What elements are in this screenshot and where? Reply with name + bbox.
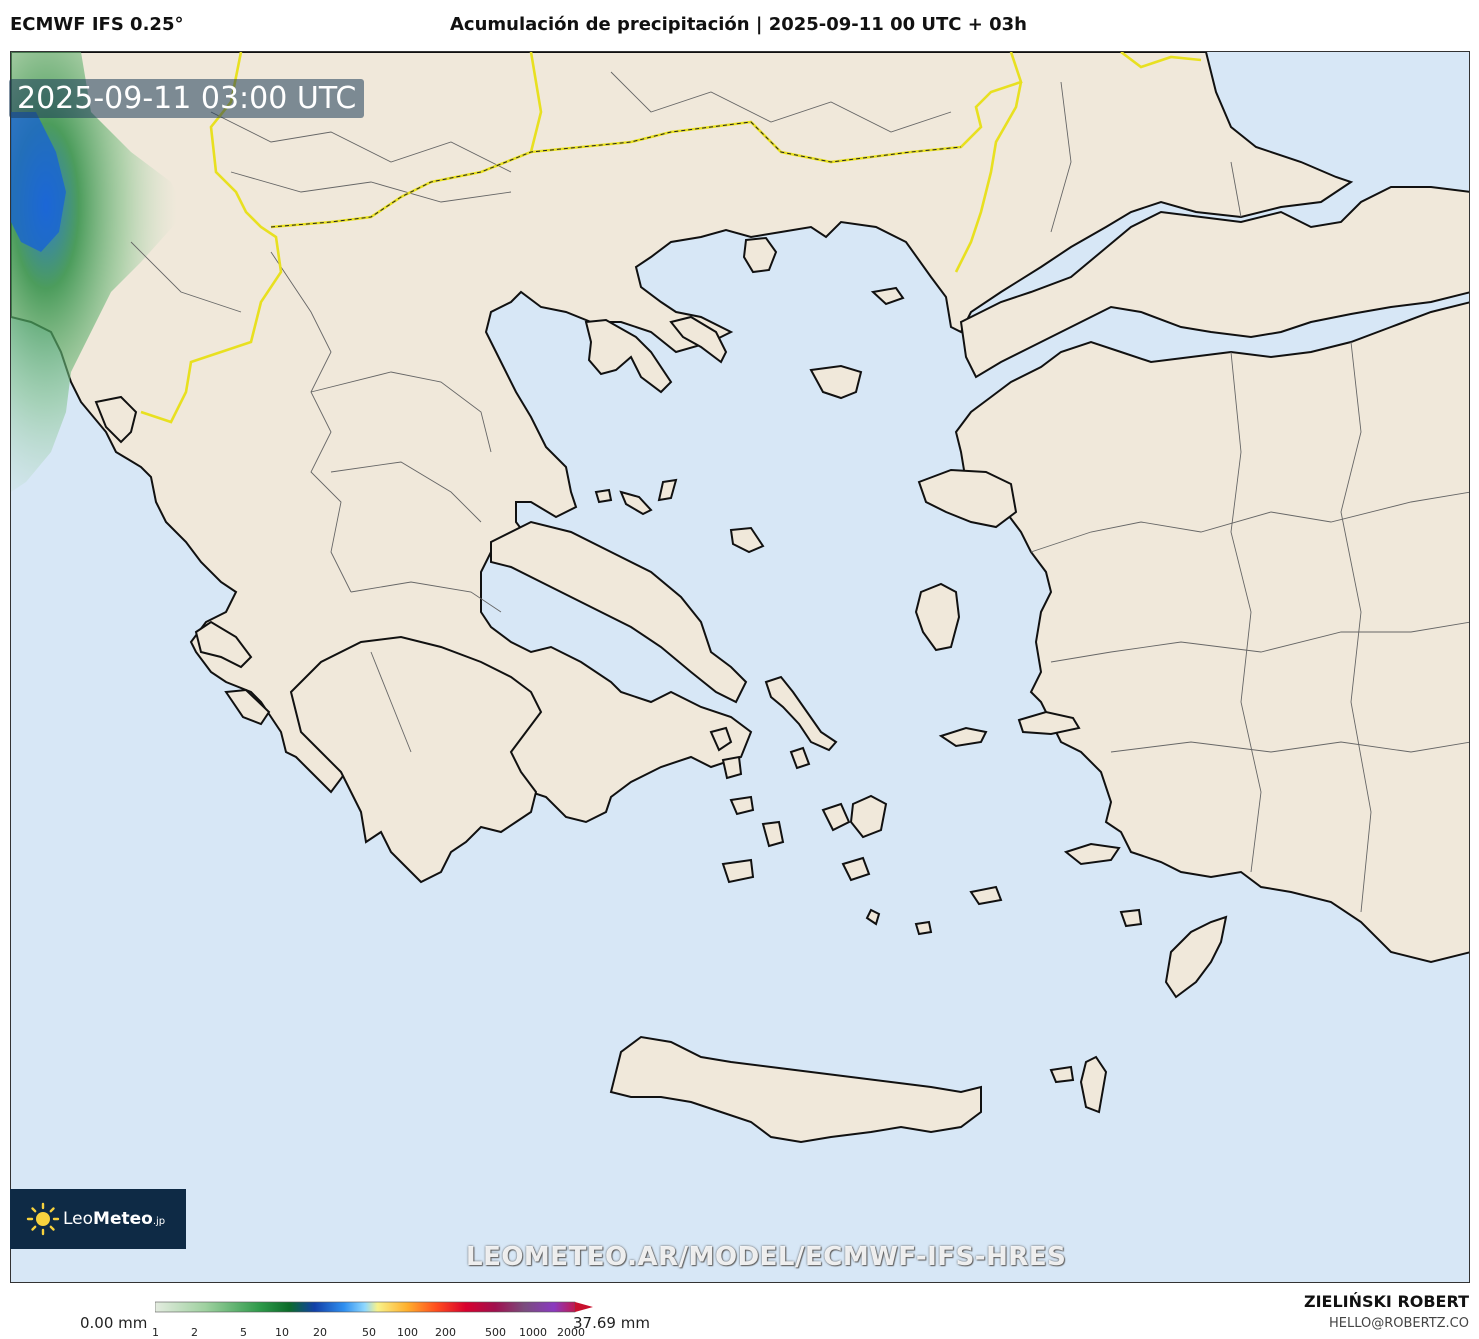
logo-text: LeoMeteo.jp bbox=[63, 1209, 165, 1229]
legend-tick: 100 bbox=[397, 1326, 418, 1339]
legend-tick: 5 bbox=[240, 1326, 247, 1339]
land-rhodes bbox=[1164, 915, 1228, 999]
legend-tick: 200 bbox=[435, 1326, 456, 1339]
land-cyclades bbox=[709, 675, 888, 926]
author-email[interactable]: HELLO@ROBERTZ.CO bbox=[1329, 1316, 1469, 1331]
land-ikaria bbox=[938, 726, 988, 748]
legend-max-label: 37.69 mm bbox=[573, 1314, 650, 1332]
author-credit: ZIELIŃSKI ROBERT bbox=[1303, 1292, 1469, 1311]
logo-bold: Meteo bbox=[93, 1209, 153, 1229]
land-lesbos bbox=[917, 468, 1018, 529]
land-chios bbox=[914, 582, 961, 652]
map-title: Acumulación de precipitación | 2025-09-1… bbox=[450, 14, 1027, 35]
land-samothrace bbox=[870, 286, 905, 306]
valid-time-label: 2025-09-11 03:00 UTC bbox=[9, 79, 365, 118]
land-peloponnese bbox=[289, 635, 543, 884]
land-thasos bbox=[742, 236, 778, 274]
map-canvas bbox=[11, 52, 1469, 1144]
legend-tick: 1000 bbox=[519, 1326, 547, 1339]
model-label: ECMWF IFS 0.25° bbox=[10, 14, 184, 35]
land-lemnos bbox=[809, 364, 863, 400]
sun-icon bbox=[26, 1202, 60, 1236]
legend-tick: 10 bbox=[275, 1326, 289, 1339]
legend-min-label: 0.00 mm bbox=[80, 1314, 148, 1332]
leometeo-logo[interactable]: LeoMeteo.jp bbox=[10, 1189, 186, 1249]
legend-tick: 50 bbox=[362, 1326, 376, 1339]
legend-tick: 1 bbox=[152, 1326, 159, 1339]
source-watermark: LEOMETEO.AR/MODEL/ECMWF-IFS-HRES bbox=[466, 1242, 1067, 1272]
land-crete bbox=[609, 1035, 982, 1144]
map-frame[interactable] bbox=[10, 51, 1470, 1283]
legend-tick: 2 bbox=[191, 1326, 198, 1339]
precip-colorbar bbox=[155, 1301, 593, 1313]
legend-tick: 20 bbox=[313, 1326, 327, 1339]
logo-prefix: Leo bbox=[63, 1209, 94, 1229]
legend-tick: 500 bbox=[485, 1326, 506, 1339]
land-sporades bbox=[594, 478, 765, 554]
logo-suffix: .jp bbox=[152, 1216, 166, 1227]
land-dodecanese bbox=[914, 842, 1143, 1114]
